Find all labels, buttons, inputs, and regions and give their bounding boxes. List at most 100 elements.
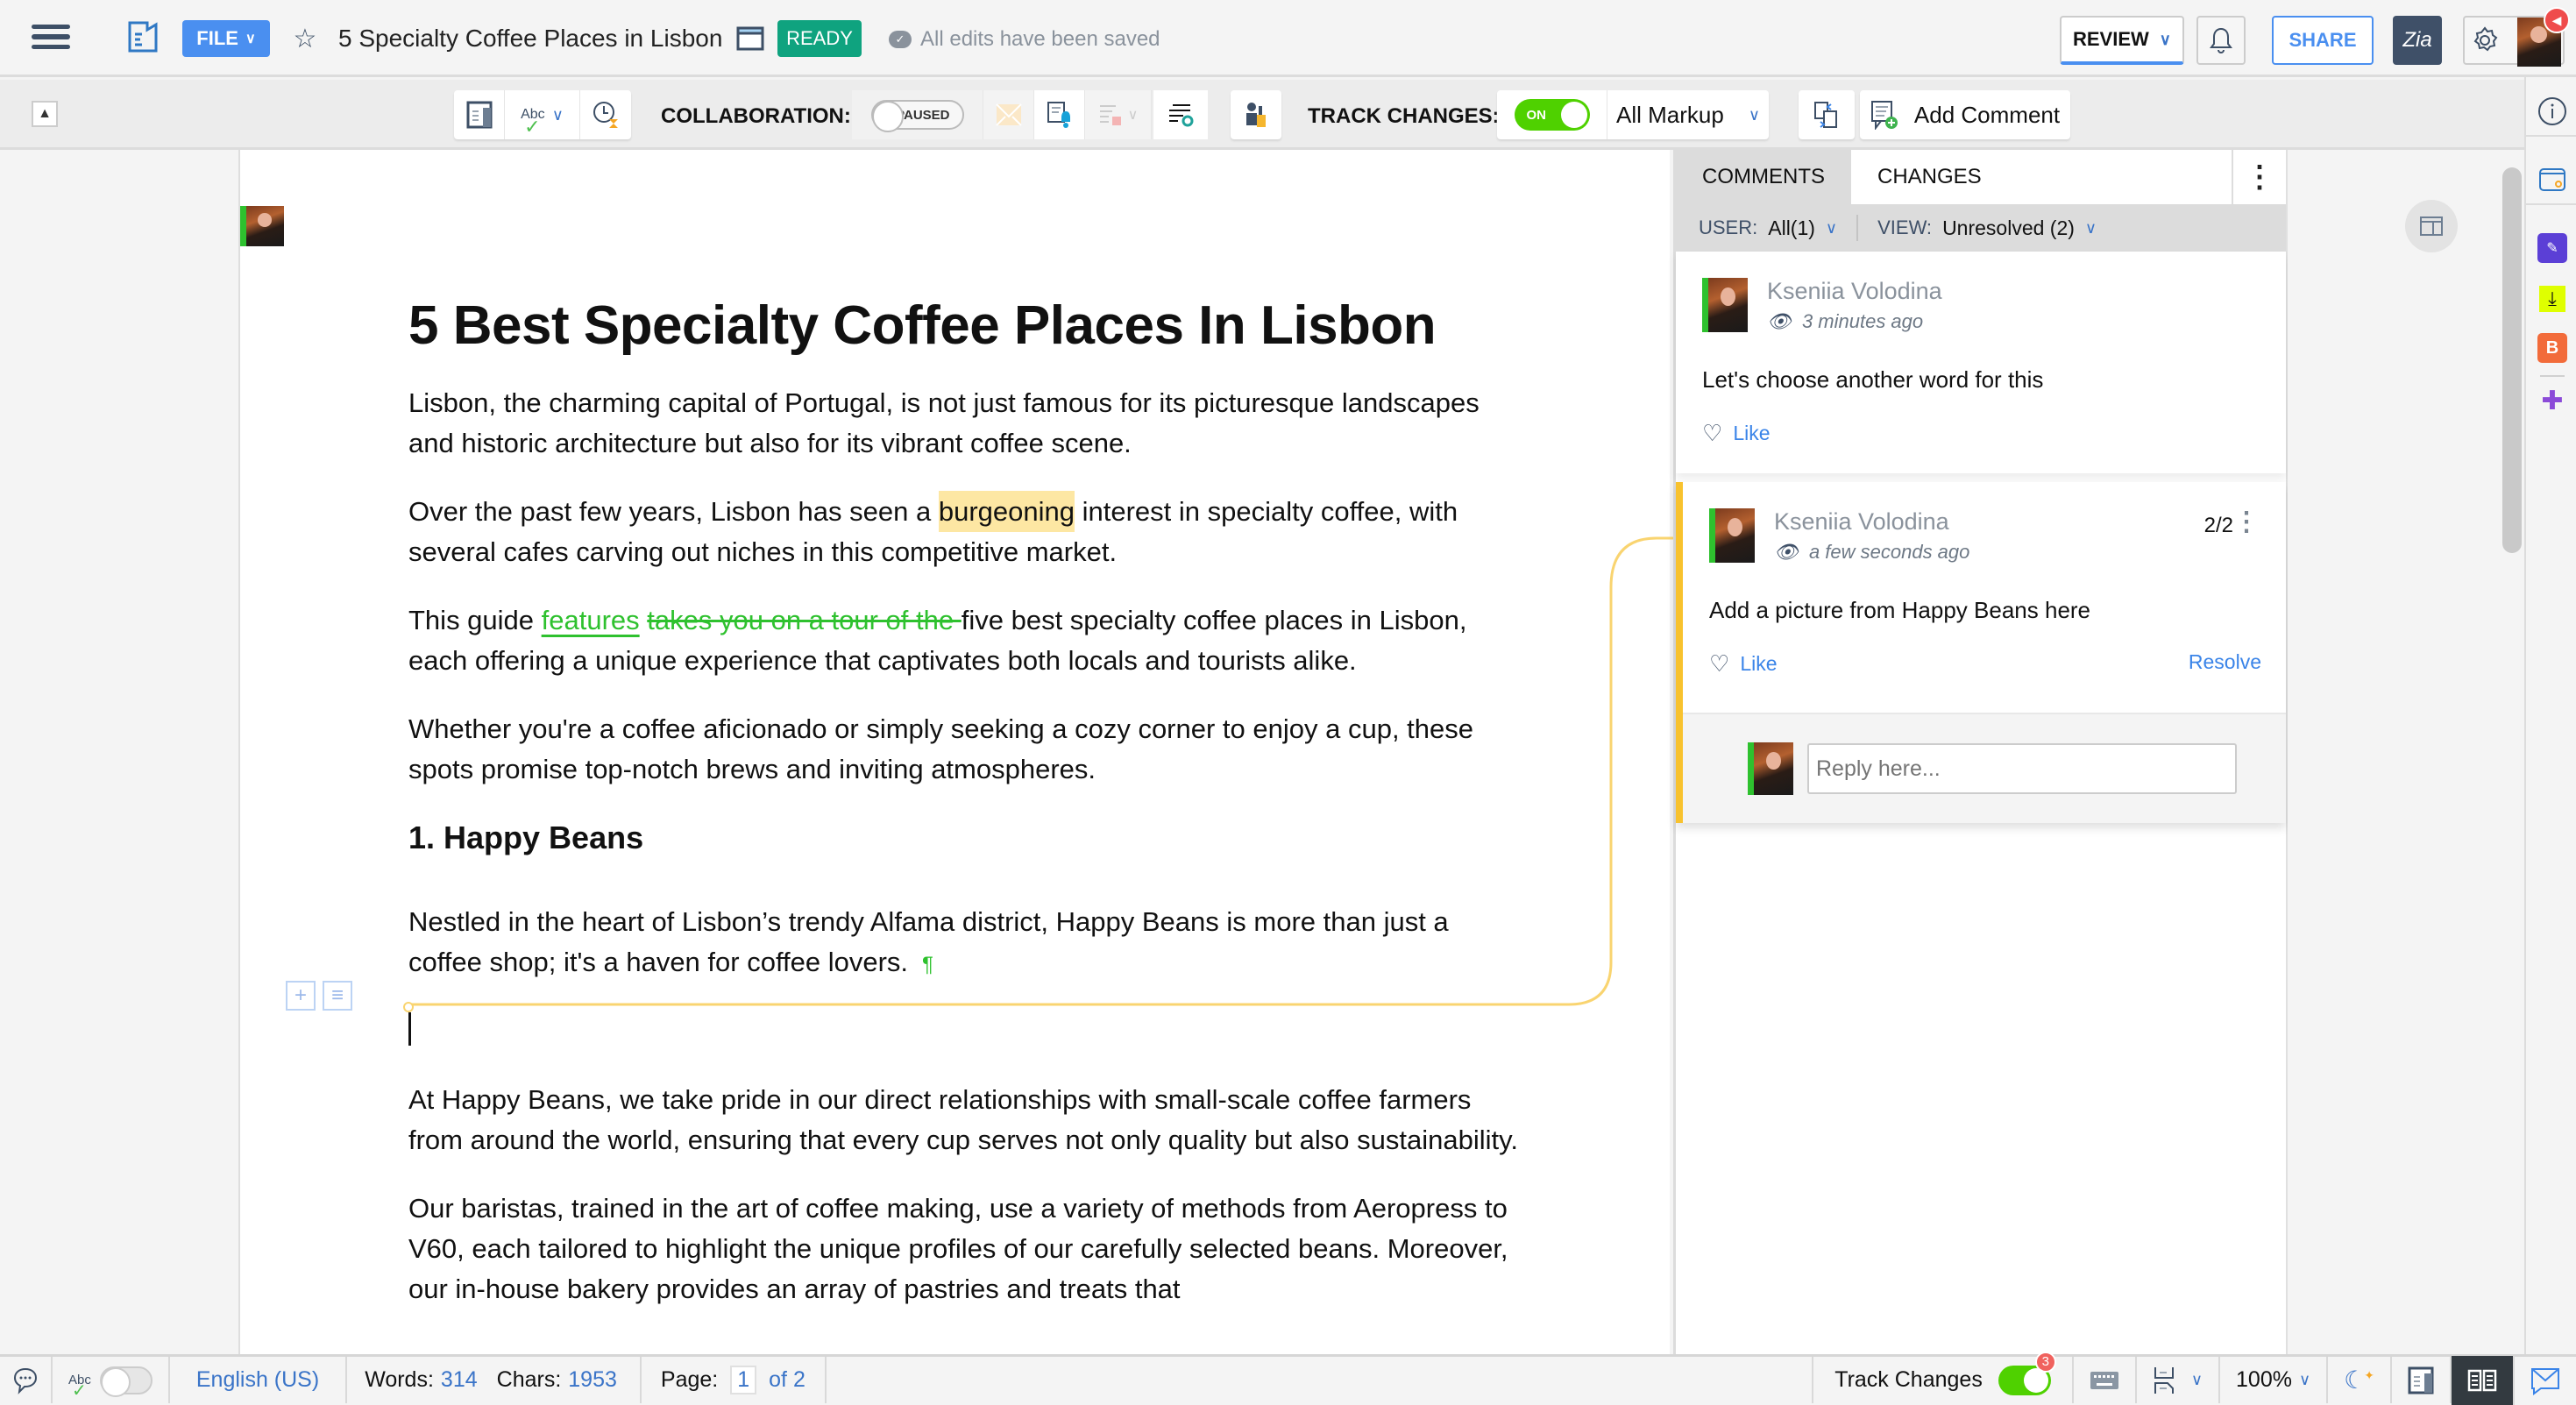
collaboration-toggle[interactable]: PAUSED [852,90,983,139]
night-mode-icon[interactable]: ☾ ✦ [2328,1357,2392,1403]
save-status-text: All edits have been saved [920,27,1160,51]
settings-button[interactable]: ◀ [2463,7,2570,67]
extensions-puzzle-icon[interactable]: ✚ [2537,386,2567,415]
paragraph[interactable]: Lisbon, the charming capital of Portugal… [408,383,1522,464]
view-filter-label: VIEW: [1877,216,1933,238]
more-options-icon[interactable]: ⋮ [2232,150,2286,204]
mute-icon[interactable]: ◀ [2544,7,2570,33]
track-changes-status-label: Track Changes [1834,1367,1983,1392]
comment-author: Kseniia Volodina [1774,508,1949,535]
page-number-input[interactable]: 1 [730,1366,757,1394]
star-icon[interactable]: ☆ [289,23,321,54]
commented-text-highlight[interactable]: burgeoning [938,491,1075,532]
format-painter-icon[interactable] [1231,90,1281,139]
tab-comments[interactable]: COMMENTS [1676,150,1851,204]
review-menu-button[interactable]: REVIEW ∨ [2060,16,2184,65]
document-body[interactable]: Lisbon, the charming capital of Portugal… [408,383,1522,1338]
folder-icon[interactable] [734,25,766,53]
spellcheck-button[interactable]: Abc ✓ ∨ [505,90,580,139]
vertical-scrollbar[interactable] [2502,167,2522,553]
file-label: FILE [196,27,238,49]
comment-more-icon[interactable]: ⋮ [2233,507,2260,537]
tracked-insertion[interactable]: features [542,605,640,635]
email-icon [983,90,1034,139]
panel-layout-button[interactable] [2405,200,2458,252]
zia-assistant-button[interactable]: Zia [2393,16,2442,65]
file-menu-button[interactable]: FILE ∨ [182,20,270,57]
paragraph[interactable]: Our baristas, trained in the art of coff… [408,1189,1522,1309]
document-title[interactable]: 5 Specialty Coffee Places in Lisbon [338,25,722,53]
share-button[interactable]: SHARE [2272,16,2374,65]
right-gutter [2288,150,2524,1354]
page-layout-button[interactable]: ∨ [2137,1357,2221,1403]
chat-icon[interactable] [0,1357,53,1403]
tracked-deletion[interactable]: takes you on a tour of the [647,605,961,635]
resolve-button[interactable]: Resolve [2189,650,2261,678]
language-select[interactable]: English (US) [170,1357,348,1403]
feedback-mail-icon[interactable] [2515,1357,2576,1403]
paragraph[interactable]: Whether you're a coffee aficionado or si… [408,709,1522,790]
paragraph[interactable]: At Happy Beans, we take pride in our dir… [408,1080,1522,1160]
paragraph[interactable]: Nestled in the heart of Lisbon’s trendy … [408,902,1522,985]
spellcheck-icon: Abc ✓ [521,107,545,138]
collapse-toolbar-button[interactable]: ▲ [32,101,58,127]
adobe-sign-icon[interactable]: ✎ [2537,233,2567,263]
notify-icon[interactable] [1034,90,1085,139]
document-canvas: 5 Best Specialty Coffee Places In Lisbon… [0,150,1673,1354]
like-button[interactable]: ♡ Like [1702,420,1771,447]
keyboard-icon[interactable] [2074,1357,2137,1403]
like-button[interactable]: ♡ Like [1709,650,1778,678]
comment-card[interactable]: Kseniia Volodina 👁 3 minutes ago Let's ch… [1676,252,2286,473]
chevron-down-icon[interactable]: ∨ [1826,219,1837,238]
page-total: of 2 [769,1367,805,1392]
track-changes-status[interactable]: Track Changes 3 [1812,1351,2074,1403]
paragraph[interactable]: This guide features takes you on a tour … [408,600,1522,681]
reading-mode-icon[interactable] [2452,1355,2515,1405]
lock-content-button: ∨ [1085,90,1152,139]
download-icon[interactable]: ⤓ [2539,286,2565,312]
chevron-down-icon[interactable]: ∨ [2085,219,2097,238]
sidebar-layout-icon[interactable] [2392,1357,2452,1403]
status-bar: Abc ✓ English (US) Words: 314 Chars: 1953 P… [0,1351,2576,1405]
tab-changes[interactable]: CHANGES [1851,150,2008,204]
reply-row [1683,713,2286,823]
notifications-button[interactable] [2196,16,2246,65]
view-filter-select[interactable]: Unresolved (2) [1942,216,2075,240]
comment-time: 3 minutes ago [1801,310,1924,332]
add-comment-button[interactable]: Add Comment [1860,90,2070,139]
editor-presence-avatar[interactable] [240,206,284,246]
tool-group-view: Abc ✓ ∨ [454,90,631,139]
comment-author-avatar [1702,278,1748,332]
info-icon[interactable] [2537,96,2567,126]
notes-panel-icon[interactable] [2537,165,2567,195]
eye-icon: 👁 [1774,541,1799,563]
section-heading[interactable]: 1. Happy Beans [408,818,1522,858]
spellcheck-switch[interactable] [99,1366,153,1397]
document-page[interactable]: 5 Best Specialty Coffee Places In Lisbon… [238,150,1670,1354]
paragraph[interactable]: Over the past few years, Lisbon has seen… [408,491,1522,572]
compare-documents-icon[interactable] [1799,90,1855,139]
version-history-icon[interactable] [580,90,631,139]
writer-app-icon[interactable] [124,19,163,58]
hamburger-menu-icon[interactable] [32,25,70,54]
gear-icon [2473,26,2498,52]
zoom-select[interactable]: 100% ∨ [2220,1357,2329,1403]
user-filter-select[interactable]: All(1) [1768,216,1815,240]
empty-paragraph[interactable] [408,1013,1522,1054]
paragraph-options-icon[interactable]: ≡ [323,981,352,1011]
insert-block-icon[interactable]: + [286,981,316,1011]
comment-card-active[interactable]: 2/2 ⋮ Kseniia Volodina 👁 a few seconds ag… [1676,482,2286,823]
comment-time: a few seconds ago [1808,541,1970,563]
document-heading[interactable]: 5 Best Specialty Coffee Places In Lisbon [408,294,1437,357]
markup-select[interactable]: All Markup ∨ [1607,90,1769,139]
track-changes-toggle[interactable]: ON [1497,90,1607,139]
blogger-icon[interactable]: B [2537,333,2567,363]
heart-icon: ♡ [1702,420,1723,446]
spellcheck-toggle[interactable]: Abc ✓ [53,1357,170,1403]
status-badge: READY [777,20,862,57]
word-count[interactable]: Words: 314 Chars: 1953 [347,1357,642,1403]
content-settings-icon[interactable] [1153,90,1208,139]
track-changes-status-toggle[interactable]: 3 [1998,1351,2056,1395]
reply-input[interactable] [1807,743,2237,794]
layout-panel-icon[interactable] [454,90,505,139]
